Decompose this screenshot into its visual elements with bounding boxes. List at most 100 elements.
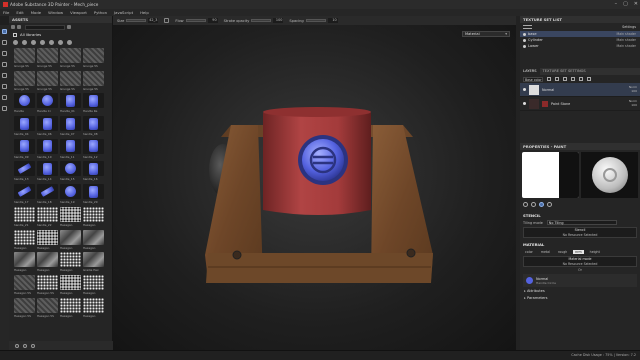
texture-set-settings-button[interactable]: Settings xyxy=(622,25,636,29)
visibility-icon[interactable] xyxy=(523,32,526,36)
asset-thumbnail[interactable]: Grunge 5S xyxy=(37,48,58,69)
asset-thumbnail[interactable]: Hexagon xyxy=(83,274,104,296)
materials-filter-icon[interactable] xyxy=(13,40,18,45)
import-icon[interactable] xyxy=(31,343,35,348)
spacing-control[interactable]: Spacing 10 xyxy=(289,18,338,23)
asset-thumbnail[interactable]: handle_11 xyxy=(60,138,81,160)
color-picker-icon[interactable] xyxy=(2,95,7,100)
polygon-fill-icon[interactable] xyxy=(2,62,7,67)
asset-thumbnail[interactable]: Handle xyxy=(14,93,35,114)
visibility-icon[interactable] xyxy=(523,38,526,42)
add-effect-icon[interactable] xyxy=(547,77,551,81)
grid-view-icon[interactable] xyxy=(17,25,21,29)
asset-thumbnail[interactable]: handle_18 xyxy=(37,184,58,205)
assets-search-input[interactable] xyxy=(25,24,65,30)
asset-thumbnail[interactable]: Hexagon 5S xyxy=(37,274,58,296)
channel-metal-toggle[interactable]: metal xyxy=(539,250,552,254)
menu-window[interactable]: Window xyxy=(48,10,63,15)
minimize-button[interactable]: – xyxy=(615,1,618,7)
viewport-display-dropdown[interactable]: Material xyxy=(462,31,510,37)
generators-filter-icon[interactable] xyxy=(67,40,72,45)
paint-brush-icon[interactable] xyxy=(2,29,7,34)
layer-row[interactable]: Paint Stone Norm 100 xyxy=(520,97,640,111)
brushes-filter-icon[interactable] xyxy=(40,40,45,45)
asset-thumbnail[interactable]: Hexagon xyxy=(60,206,81,228)
stroke-opacity-value[interactable]: 100 xyxy=(273,18,284,23)
asset-thumbnail[interactable]: Hexagon xyxy=(83,297,104,319)
asset-thumbnail[interactable]: Grunge 5S xyxy=(60,70,81,92)
texture-set-row[interactable]: Lower Main shader xyxy=(520,43,640,49)
channel-rough-toggle[interactable]: rough xyxy=(556,250,569,254)
textures-filter-icon[interactable] xyxy=(31,40,36,45)
flow-slider[interactable] xyxy=(185,19,206,22)
flow-control[interactable]: Flow 90 xyxy=(175,18,218,23)
asset-thumbnail[interactable]: Handle_01 xyxy=(60,93,81,114)
asset-thumbnail[interactable]: handle_14 xyxy=(37,161,58,182)
alphas-filter-icon[interactable] xyxy=(58,40,63,45)
asset-thumbnail[interactable]: Hexagon xyxy=(60,297,81,319)
asset-thumbnail[interactable]: handle_19 xyxy=(60,184,81,205)
eraser-icon[interactable] xyxy=(2,40,7,45)
layer-opacity[interactable]: 100 xyxy=(629,89,637,93)
asset-thumbnail[interactable]: Hexagon xyxy=(60,252,81,273)
menu-edit[interactable]: Edit xyxy=(16,10,23,15)
material-resource-slot[interactable]: Material mode No Resource Selected xyxy=(523,256,637,267)
asset-thumbnail[interactable]: Grunge 5S xyxy=(14,70,35,92)
stencil-resource-slot[interactable]: Stencil No Resource Selected xyxy=(523,227,637,238)
delete-layer-icon[interactable] xyxy=(587,77,591,81)
asset-thumbnail[interactable]: Hexagon xyxy=(83,229,104,251)
visibility-icon[interactable] xyxy=(523,44,526,48)
add-fill-layer-icon[interactable] xyxy=(563,77,567,81)
asset-thumbnail[interactable]: Hexagon xyxy=(60,229,81,251)
spacing-value[interactable]: 10 xyxy=(327,18,338,23)
attributes-section[interactable]: Attributes xyxy=(520,288,640,295)
tab-layers[interactable]: LAYERS xyxy=(520,68,540,75)
asset-thumbnail[interactable]: Hexagon xyxy=(60,274,81,296)
menu-viewport[interactable]: Viewport xyxy=(70,10,87,15)
asset-thumbnail[interactable]: Grunge 5S xyxy=(14,48,35,69)
bake-icon[interactable] xyxy=(2,106,7,111)
channel-nrm-toggle[interactable]: nrm xyxy=(573,249,584,254)
asset-thumbnail[interactable]: handle_15 xyxy=(60,161,81,182)
asset-thumbnail[interactable]: handle_17 xyxy=(14,184,35,205)
stencil-tab-icon[interactable] xyxy=(539,202,544,207)
zoom-out-icon[interactable] xyxy=(15,343,19,348)
particles-filter-icon[interactable] xyxy=(49,40,54,45)
normal-resource[interactable]: Normal Handle Circle xyxy=(523,274,637,287)
material-preview[interactable] xyxy=(581,152,638,198)
asset-thumbnail[interactable]: Grunge 5S xyxy=(37,70,58,92)
channel-color-toggle[interactable]: color xyxy=(523,250,535,254)
spacing-slider[interactable] xyxy=(305,19,326,22)
close-button[interactable]: ✕ xyxy=(634,1,638,7)
asset-thumbnail[interactable]: Hexagon xyxy=(14,252,35,273)
visibility-icon[interactable] xyxy=(523,102,526,105)
layer-opacity[interactable]: 100 xyxy=(629,103,637,107)
asset-thumbnail[interactable]: Hexagon xyxy=(14,229,35,251)
library-selector[interactable]: All libraries xyxy=(9,31,112,38)
asset-thumbnail[interactable]: handle_08 xyxy=(83,116,104,137)
alpha-tab-icon[interactable] xyxy=(531,202,536,207)
asset-thumbnail[interactable]: handle_09 xyxy=(14,138,35,160)
layer-blend[interactable]: Norm 100 xyxy=(629,85,637,93)
menu-help[interactable]: Help xyxy=(140,10,149,15)
flow-value[interactable]: 90 xyxy=(207,18,218,23)
zoom-in-icon[interactable] xyxy=(23,343,27,348)
maximize-button[interactable]: ▢ xyxy=(623,1,628,7)
asset-thumbnail[interactable]: Handle Re xyxy=(83,93,104,114)
size-slider[interactable] xyxy=(126,19,147,22)
asset-thumbnail[interactable]: Handle Ci xyxy=(37,93,58,114)
add-folder-icon[interactable] xyxy=(579,77,583,81)
asset-thumbnail[interactable]: handle_04 xyxy=(14,116,35,137)
filter-icon[interactable] xyxy=(11,25,15,29)
asset-thumbnail[interactable]: handle_10 xyxy=(37,138,58,160)
layer-row[interactable]: Normal Norm 100 xyxy=(520,83,640,97)
add-paint-layer-icon[interactable] xyxy=(571,77,575,81)
menu-javascript[interactable]: JavaScript xyxy=(114,10,133,15)
settings-icon[interactable] xyxy=(67,25,71,29)
asset-thumbnail[interactable]: handle_06 xyxy=(37,116,58,137)
asset-thumbnail[interactable]: handle_20 xyxy=(83,184,104,205)
asset-thumbnail[interactable]: handle_07 xyxy=(60,116,81,137)
mech-piece-model[interactable] xyxy=(113,25,516,350)
asset-thumbnail[interactable]: Hexagon 5S xyxy=(14,297,35,319)
3d-viewport[interactable]: Material xyxy=(113,25,516,350)
